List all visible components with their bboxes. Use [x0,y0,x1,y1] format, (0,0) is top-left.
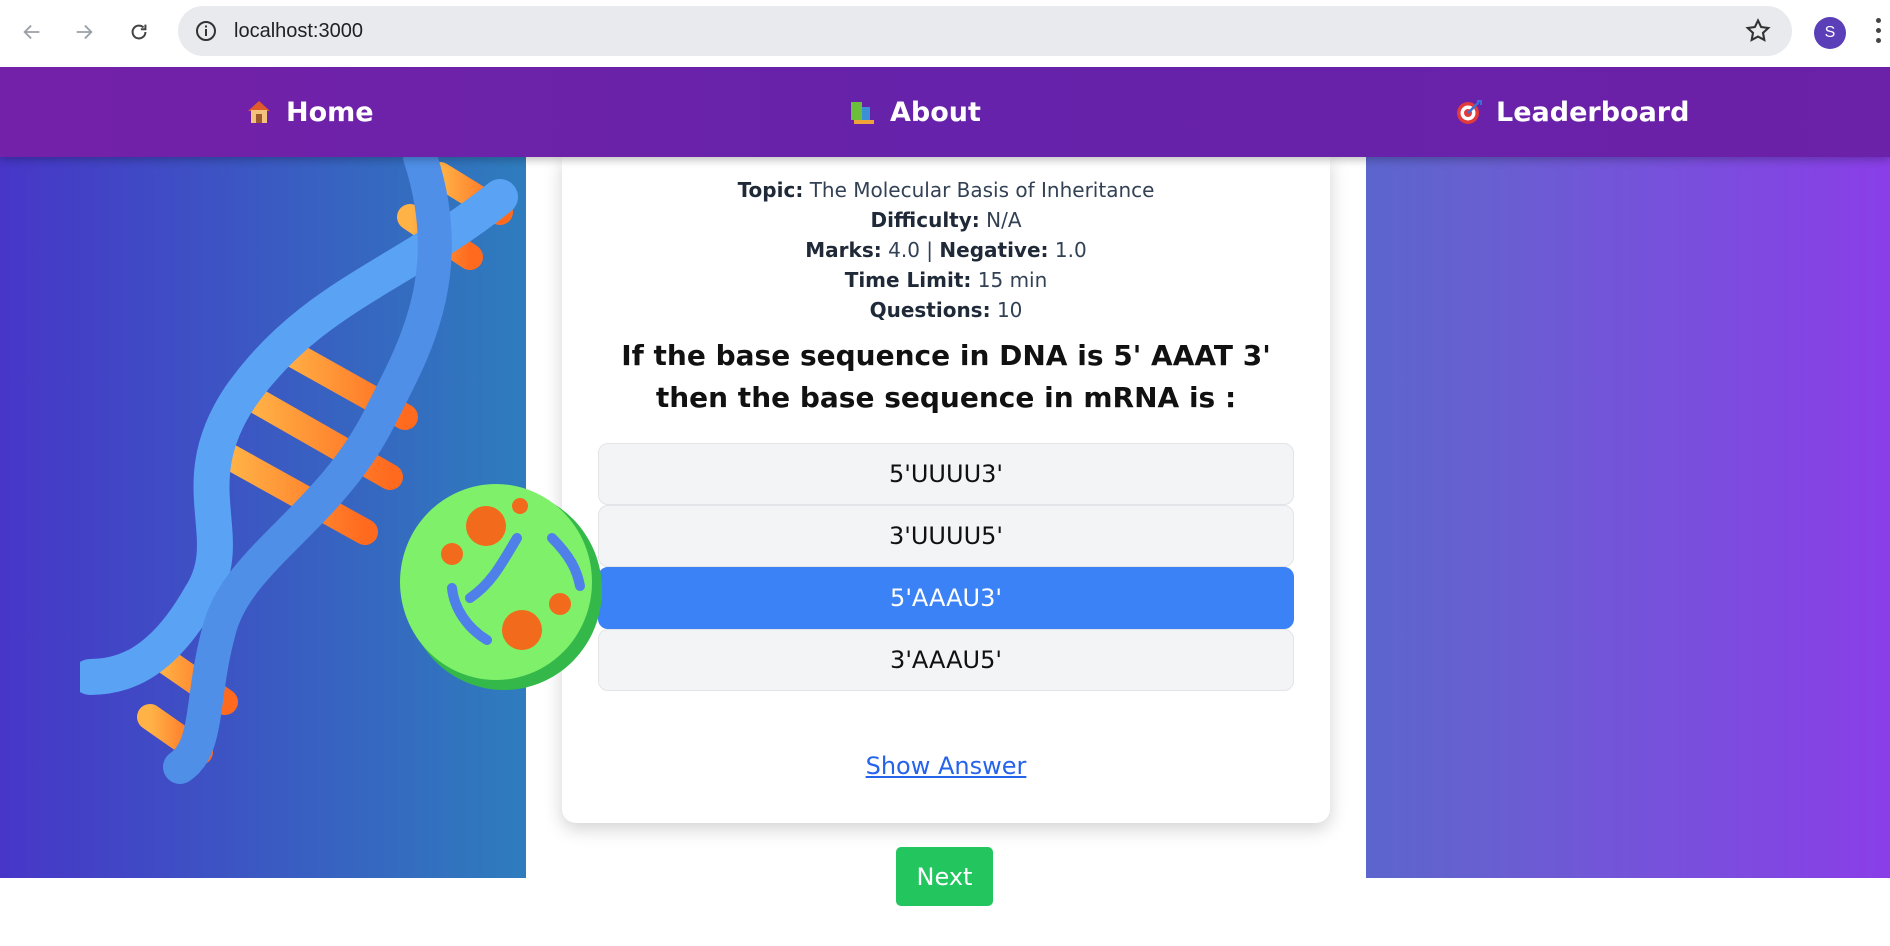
url-text: localhost:3000 [234,20,363,42]
browser-chrome: localhost:3000 S [0,0,1890,67]
topic-label: Topic: [737,178,804,202]
address-bar[interactable]: localhost:3000 [178,6,1792,56]
profile-avatar[interactable]: S [1814,17,1846,49]
nav-item-home[interactable]: Home [244,67,374,157]
questions-value: 10 [996,298,1023,322]
marks-value: 4.0 [888,238,920,262]
back-arrow-icon[interactable] [14,14,50,50]
forward-arrow-icon[interactable] [66,14,102,50]
option-4[interactable]: 3'AAAU5' [598,629,1294,691]
questions-line: Questions: 10 [562,295,1330,325]
marks-line: Marks: 4.0 | Negative: 1.0 [562,235,1330,265]
nav-item-leaderboard[interactable]: Leaderboard [1454,67,1689,157]
house-icon [248,101,270,123]
dna-helix-illustration [80,157,518,784]
books-icon [851,102,874,124]
nav-item-about[interactable]: About [848,67,981,157]
show-answer-link[interactable]: Show Answer [562,752,1330,780]
time-limit-label: Time Limit: [844,268,972,292]
question-card: Topic: The Molecular Basis of Inheritanc… [562,157,1330,823]
option-2[interactable]: 3'UUUU5' [598,505,1294,567]
difficulty-value: N/A [986,208,1022,232]
cell-illustration [400,484,602,690]
page-background: Home About Leaderboard Topic: The Molecu… [0,67,1890,946]
nav-label-about: About [890,96,981,128]
nav-label-leaderboard: Leaderboard [1496,96,1690,128]
marks-separator: | [926,238,934,262]
site-info-icon[interactable] [194,19,218,43]
topic-line: Topic: The Molecular Basis of Inheritanc… [562,175,1330,205]
top-navigation: Home About Leaderboard [0,67,1890,157]
question-text: If the base sequence in DNA is 5' AAAT 3… [621,339,1271,414]
reload-icon[interactable] [121,14,157,50]
quiz-meta: Topic: The Molecular Basis of Inheritanc… [562,175,1330,325]
topic-value: The Molecular Basis of Inheritance [809,178,1155,202]
option-1[interactable]: 5'UUUU3' [598,443,1294,505]
option-3-selected[interactable]: 5'AAAU3' [598,567,1294,629]
target-icon [1457,100,1482,124]
bookmark-star-icon[interactable] [1744,17,1772,45]
difficulty-label: Difficulty: [870,208,980,232]
negative-value: 1.0 [1054,238,1087,262]
quiz-panel: Topic: The Molecular Basis of Inheritanc… [526,157,1366,943]
nav-label-home: Home [286,96,374,128]
negative-label: Negative: [939,238,1049,262]
next-button[interactable]: Next [896,847,993,906]
questions-label: Questions: [869,298,991,322]
difficulty-line: Difficulty: N/A [562,205,1330,235]
time-limit-value: 15 min [977,268,1048,292]
marks-label: Marks: [805,238,882,262]
browser-menu-icon[interactable] [1874,18,1884,48]
time-limit-line: Time Limit: 15 min [562,265,1330,295]
